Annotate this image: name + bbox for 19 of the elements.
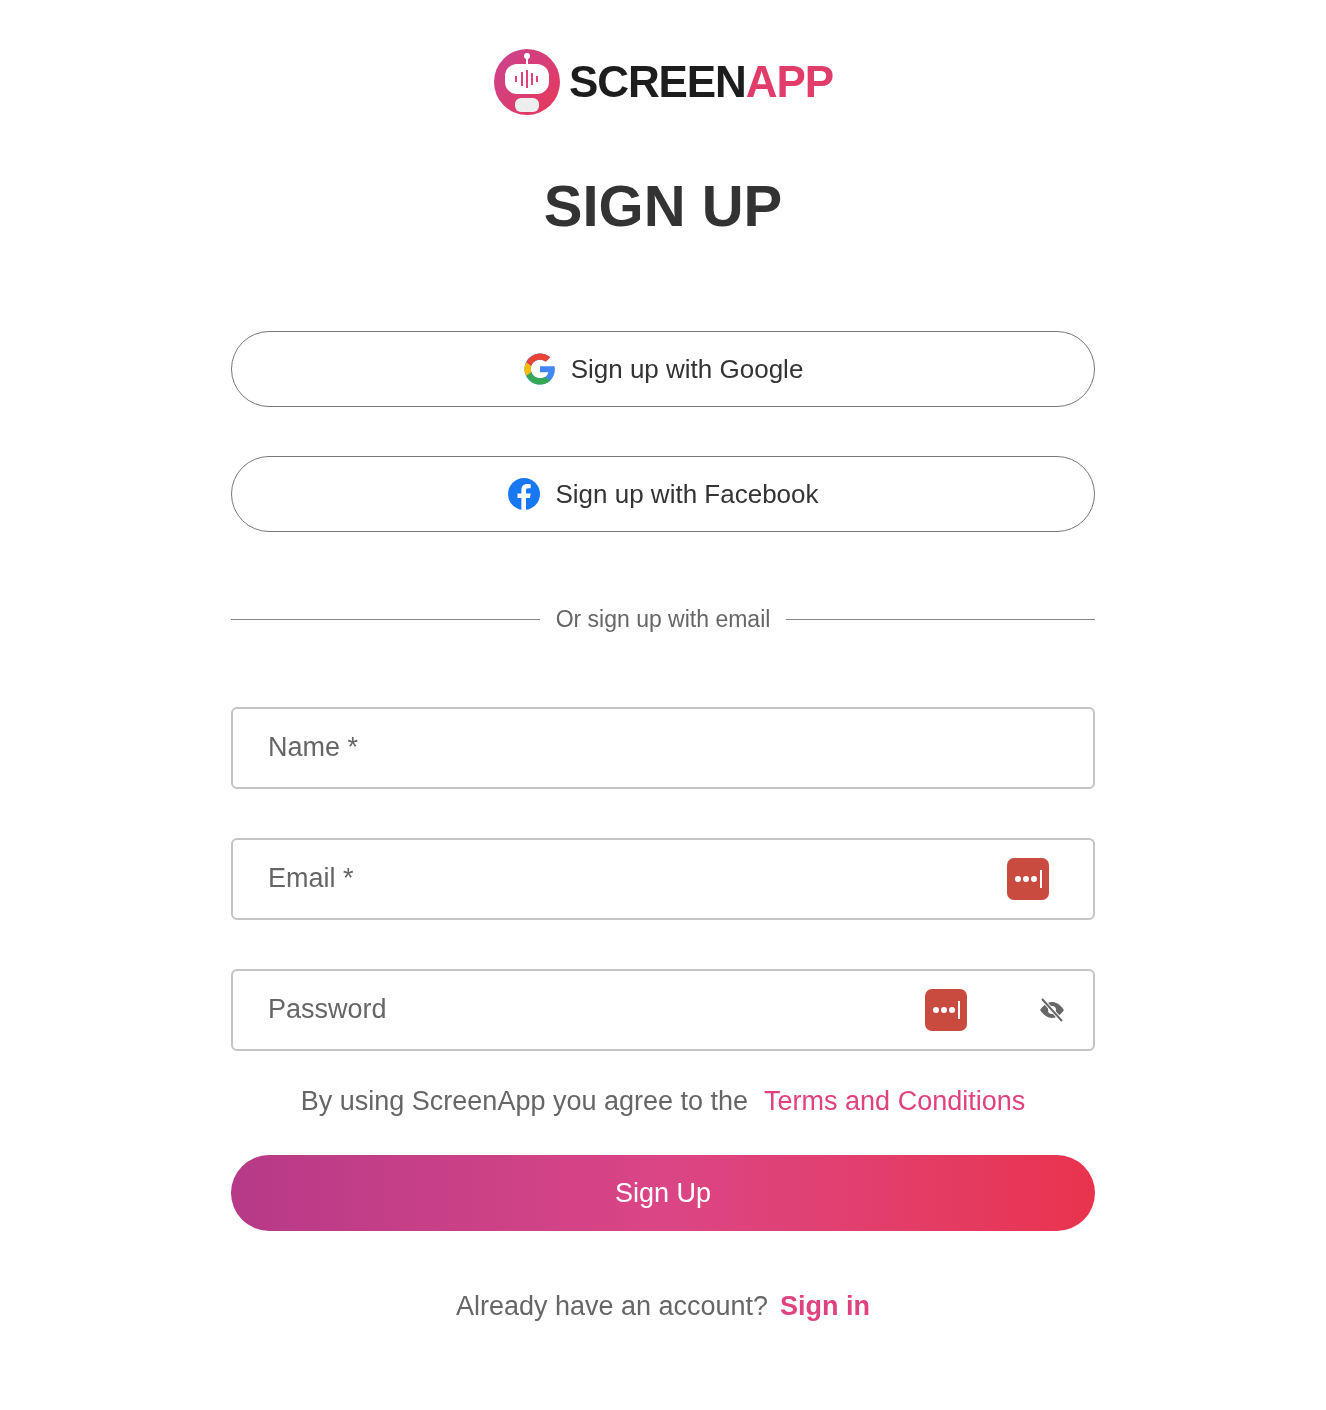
password-manager-icon[interactable] xyxy=(925,988,967,1031)
terms-link[interactable]: Terms and Conditions xyxy=(764,1080,1026,1121)
sign-up-button[interactable]: Sign Up xyxy=(231,1155,1095,1231)
google-signup-button[interactable]: Sign up with Google xyxy=(231,331,1095,407)
sign-in-link[interactable]: Sign in xyxy=(780,1286,871,1327)
text-field[interactable]: Name * xyxy=(231,706,1095,789)
password-manager-icon[interactable] xyxy=(1007,857,1049,900)
facebook-signup-button[interactable]: Sign up with Facebook xyxy=(231,456,1095,532)
facebook-icon xyxy=(507,477,542,511)
page-title: SIGN UP xyxy=(542,177,784,235)
divider-text: Or sign up with email xyxy=(555,605,771,634)
password-field[interactable]: Password xyxy=(231,968,1095,1051)
robot-logo-icon xyxy=(493,47,561,116)
logo-text: SCREENAPP xyxy=(569,59,833,104)
terms-text: By using ScreenApp you agree to the xyxy=(300,1084,749,1118)
eye-off-icon[interactable] xyxy=(1037,996,1067,1023)
google-icon xyxy=(522,352,557,386)
email-field[interactable]: Email * xyxy=(231,837,1095,920)
account-prompt-text: Already have an account? xyxy=(455,1290,769,1323)
